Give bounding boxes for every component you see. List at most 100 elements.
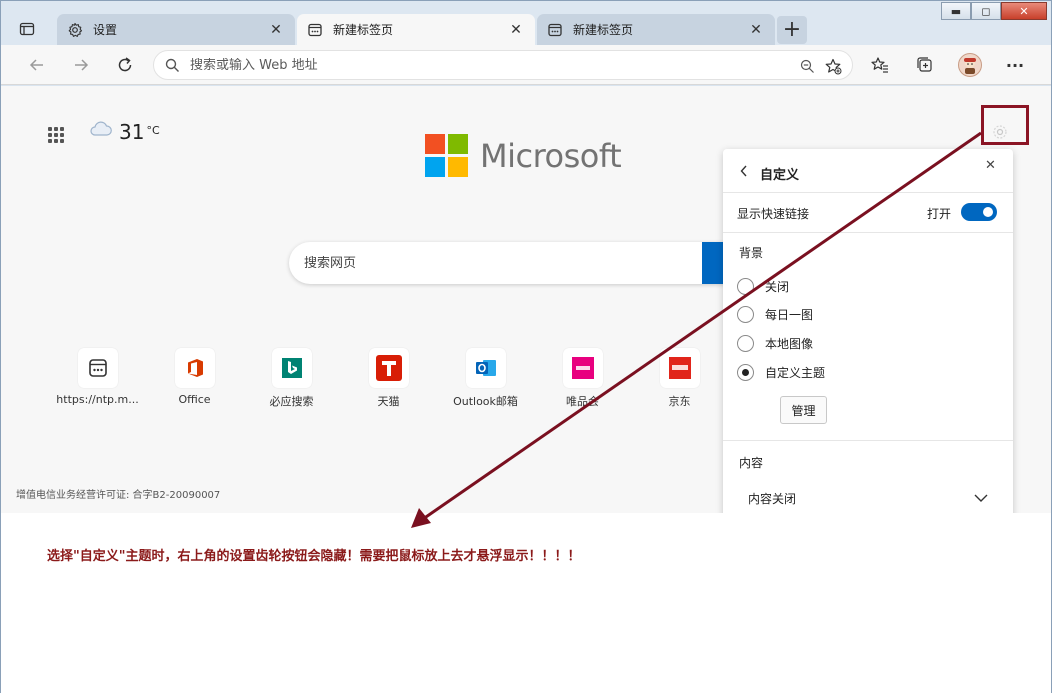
- microsoft-logo: Microsoft: [425, 134, 622, 177]
- weather-unit: °C: [146, 124, 160, 137]
- content-label: 内容: [739, 456, 764, 470]
- add-favorite-icon[interactable]: [820, 53, 846, 79]
- quick-link-office[interactable]: Office: [146, 348, 243, 409]
- quick-links: https://ntp.m... Office 必应搜索 天猫 Outlook邮…: [49, 348, 728, 409]
- web-search-input[interactable]: [304, 255, 684, 271]
- close-icon[interactable]: ✕: [267, 21, 285, 39]
- toolbar: ···: [1, 45, 1051, 85]
- radio-button[interactable]: [737, 334, 754, 352]
- quick-link-bing[interactable]: 必应搜索: [243, 348, 340, 409]
- quick-link-ntp[interactable]: https://ntp.m...: [49, 348, 146, 409]
- profile-avatar[interactable]: [955, 51, 985, 79]
- quick-links-setting: 显示快速链接 打开: [723, 193, 1013, 233]
- chevron-left-icon[interactable]: [737, 163, 751, 179]
- annotation-text: 选择"自定义"主题时，右上角的设置齿轮按钮会隐藏！需要把鼠标放上去才悬浮显示！！…: [47, 549, 581, 564]
- tab-label: 新建标签页: [333, 23, 394, 37]
- outlook-icon: [465, 348, 506, 388]
- weather-temp: 31: [119, 120, 145, 144]
- radio-label: 每日一图: [765, 307, 814, 322]
- background-option-daily[interactable]: 每日一图: [737, 304, 813, 324]
- weather-widget[interactable]: 31 °C: [89, 120, 160, 144]
- title-bar: 设置 ✕ 新建标签页 ✕ 新建标签页 ✕ + ▬ ◻ ✕: [1, 1, 1051, 45]
- minimize-button[interactable]: ▬: [941, 2, 971, 20]
- search-icon: [154, 58, 190, 73]
- address-input[interactable]: [190, 57, 750, 73]
- plus-icon: +: [782, 17, 802, 42]
- web-search-box[interactable]: [289, 242, 729, 284]
- favorites-icon[interactable]: [865, 51, 895, 79]
- omnibox-actions: [794, 53, 846, 79]
- jd-icon: [659, 348, 700, 388]
- background-label: 背景: [739, 246, 764, 260]
- quick-link-outlook[interactable]: Outlook邮箱: [437, 348, 534, 409]
- newtab-page-icon: [307, 22, 323, 38]
- vip-icon: [562, 348, 603, 388]
- tab-settings[interactable]: 设置 ✕: [57, 14, 295, 45]
- background-option-custom-theme[interactable]: 自定义主题: [737, 362, 825, 382]
- refresh-button[interactable]: [111, 51, 139, 79]
- microsoft-logo-icon: [425, 134, 468, 177]
- radio-button-selected[interactable]: [737, 363, 754, 381]
- background-option-off[interactable]: 关闭: [737, 276, 789, 296]
- browser-window: 设置 ✕ 新建标签页 ✕ 新建标签页 ✕ + ▬ ◻ ✕ 搜索或输入 Web 地…: [0, 0, 1052, 693]
- content-select-value[interactable]: 内容关闭: [748, 490, 796, 507]
- panel-title: 自定义: [760, 168, 800, 183]
- zoom-out-icon[interactable]: [794, 53, 820, 79]
- panel-header: 自定义 ✕: [723, 149, 1013, 193]
- window-close-button[interactable]: ✕: [1001, 2, 1047, 20]
- manage-button[interactable]: 管理: [780, 396, 827, 424]
- forward-button[interactable]: [67, 51, 95, 79]
- gear-highlight-box: [981, 105, 1029, 145]
- brand-name: Microsoft: [480, 136, 622, 175]
- quick-link-label: https://ntp.m...: [56, 393, 139, 406]
- quick-links-state: 打开: [927, 207, 952, 221]
- window-controls: ▬ ◻ ✕: [941, 2, 1047, 20]
- tab-new-tab[interactable]: 新建标签页 ✕: [537, 14, 775, 45]
- maximize-button[interactable]: ◻: [971, 2, 1001, 20]
- more-menu-icon[interactable]: ···: [1000, 51, 1030, 79]
- quick-link-label: 唯品会: [566, 395, 599, 408]
- address-bar[interactable]: [153, 50, 853, 80]
- new-tab-button[interactable]: +: [777, 16, 807, 44]
- collections-icon[interactable]: [910, 51, 940, 79]
- radio-button[interactable]: [737, 277, 754, 295]
- cloud-icon: [89, 120, 113, 141]
- chevron-down-icon[interactable]: [973, 490, 989, 506]
- quick-links-toggle[interactable]: [961, 203, 997, 221]
- radio-label: 自定义主题: [765, 365, 826, 380]
- quick-link-vip[interactable]: 唯品会: [534, 348, 631, 409]
- tmall-icon: [368, 348, 409, 388]
- close-icon[interactable]: ✕: [747, 21, 765, 39]
- quick-link-label: 天猫: [377, 395, 400, 408]
- customize-panel: 自定义 ✕ 显示快速链接 打开 背景 关闭 每日一图 本地图像 自定义主题 管理…: [723, 149, 1013, 526]
- back-button[interactable]: [23, 51, 51, 79]
- ntp-icon: [77, 348, 118, 388]
- close-icon[interactable]: ✕: [985, 158, 996, 173]
- annotation-area: 选择"自定义"主题时，右上角的设置齿轮按钮会隐藏！需要把鼠标放上去才悬浮显示！！…: [1, 513, 1051, 693]
- background-option-local[interactable]: 本地图像: [737, 333, 813, 353]
- arrow-left-icon: [29, 59, 43, 71]
- bing-icon: [271, 348, 312, 388]
- tab-label: 新建标签页: [573, 23, 634, 37]
- quick-link-label: Office: [178, 393, 211, 406]
- tab-label: 设置: [93, 23, 118, 37]
- quick-link-tmall[interactable]: 天猫: [340, 348, 437, 409]
- refresh-icon: [118, 57, 132, 72]
- radio-button[interactable]: [737, 305, 754, 323]
- apps-grid-icon[interactable]: [48, 127, 64, 143]
- gear-icon: [67, 22, 83, 38]
- toolbar-right: ···: [865, 51, 1045, 79]
- office-icon: [174, 348, 215, 388]
- radio-label: 本地图像: [765, 336, 814, 351]
- quick-link-label: Outlook邮箱: [453, 395, 518, 408]
- newtab-page-icon: [547, 22, 563, 38]
- radio-label: 关闭: [765, 279, 790, 294]
- quick-links-label: 显示快速链接: [737, 207, 810, 221]
- quick-link-jd[interactable]: 京东: [631, 348, 728, 409]
- tab-actions-icon[interactable]: [13, 15, 41, 43]
- quick-link-label: 必应搜索: [269, 395, 314, 408]
- quick-link-label: 京东: [668, 395, 691, 408]
- close-icon[interactable]: ✕: [507, 21, 525, 39]
- license-text: 增值电信业务经营许可证: 合字B2-20090007: [16, 490, 221, 501]
- tab-new-tab-active[interactable]: 新建标签页 ✕: [297, 14, 535, 45]
